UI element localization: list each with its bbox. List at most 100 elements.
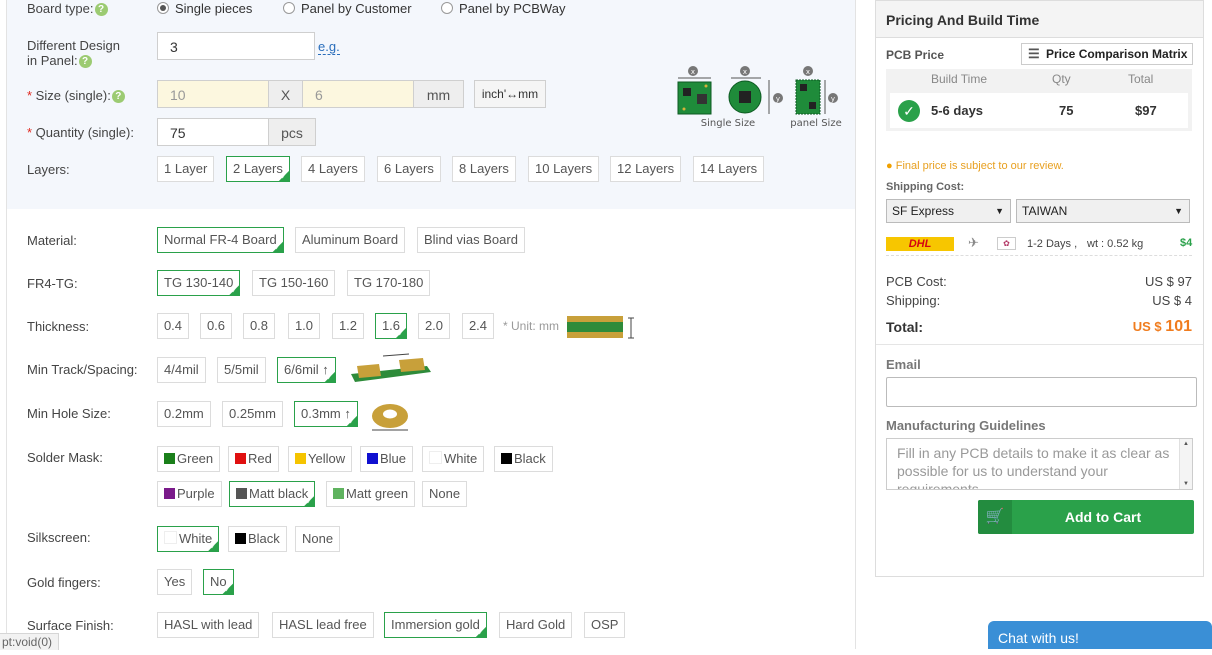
total-value: US $ 101 xyxy=(1132,318,1192,335)
surface-option[interactable]: HASL lead free xyxy=(272,612,374,638)
surface-option[interactable]: HASL with lead xyxy=(157,612,260,638)
radio-on-icon xyxy=(157,2,169,14)
guidelines-textarea[interactable]: Fill in any PCB details to make it as cl… xyxy=(886,438,1193,490)
track-option[interactable]: 6/6mil ↑ xyxy=(277,357,336,383)
check-icon: ✓ xyxy=(898,100,920,122)
radio-panel-by-pcbway[interactable]: Panel by PCBWay xyxy=(441,1,565,16)
quantity-label: * Quantity (single): xyxy=(27,125,134,140)
help-icon[interactable]: ? xyxy=(94,3,108,17)
hole-option[interactable]: 0.2mm xyxy=(157,401,211,427)
diff-design-input[interactable]: 3 xyxy=(157,32,315,60)
silkscreen-option[interactable]: Black xyxy=(228,526,287,552)
silkscreen-option[interactable]: White xyxy=(157,526,220,552)
shipping-label: Shipping: xyxy=(886,293,941,308)
solder-option[interactable]: White xyxy=(422,446,485,472)
shipping-price: $4 xyxy=(1180,237,1193,249)
col-total: Total xyxy=(1128,72,1154,86)
thickness-option[interactable]: 1.2 xyxy=(332,313,364,339)
email-input[interactable] xyxy=(886,377,1197,407)
material-option[interactable]: Blind vias Board xyxy=(417,227,525,253)
single-size-caption: Single Size xyxy=(701,118,755,129)
solder-option[interactable]: Matt black xyxy=(229,481,316,507)
price-matrix-button[interactable]: ☰ Price Comparison Matrix xyxy=(1021,43,1193,65)
layers-option[interactable]: 2 Layers xyxy=(226,156,290,182)
solder-option[interactable]: None xyxy=(422,481,468,507)
layers-option[interactable]: 10 Layers xyxy=(528,156,600,182)
unit-toggle-button[interactable]: inch'↔mm xyxy=(474,80,546,108)
chat-widget-button[interactable]: Chat with us! xyxy=(988,621,1212,649)
track-label: Min Track/Spacing: xyxy=(27,362,138,377)
guidelines-placeholder: Fill in any PCB details to make it as cl… xyxy=(897,445,1170,490)
fr4tg-option[interactable]: TG 130-140 xyxy=(157,270,241,296)
solder-option[interactable]: Black xyxy=(494,446,553,472)
layers-option[interactable]: 12 Layers xyxy=(610,156,682,182)
size-y-input[interactable]: 6 xyxy=(302,80,414,108)
track-option[interactable]: 5/5mil xyxy=(217,357,266,383)
layers-option[interactable]: 6 Layers xyxy=(377,156,441,182)
delivery-days: 1-2 Days , xyxy=(1027,238,1078,250)
gold-option[interactable]: Yes xyxy=(157,569,193,595)
textarea-scrollbar[interactable]: ▲ ▼ xyxy=(1179,439,1192,489)
cart-icon: 🛒 xyxy=(978,500,1012,534)
help-icon[interactable]: ? xyxy=(78,55,92,69)
dhl-logo: DHL xyxy=(886,237,954,251)
surface-finish-label: Surface Finish: xyxy=(27,618,114,633)
thickness-option[interactable]: 2.0 xyxy=(418,313,450,339)
svg-text:y: y xyxy=(776,95,780,103)
fr4tg-option[interactable]: TG 170-180 xyxy=(347,270,431,296)
status-bar: pt:void(0) xyxy=(0,633,60,650)
layers-option[interactable]: 14 Layers xyxy=(693,156,765,182)
help-icon[interactable]: ? xyxy=(111,90,125,104)
silkscreen-option[interactable]: None xyxy=(295,526,341,552)
size-x-input[interactable]: 10 xyxy=(157,80,269,108)
thickness-option[interactable]: 0.4 xyxy=(157,313,189,339)
email-label: Email xyxy=(886,357,921,372)
board-type-label: Board type:? xyxy=(27,1,108,17)
hole-option[interactable]: 0.3mm ↑ xyxy=(294,401,358,427)
color-swatch-icon xyxy=(164,453,175,464)
hole-option[interactable]: 0.25mm xyxy=(222,401,283,427)
surface-option[interactable]: OSP xyxy=(584,612,626,638)
solder-option[interactable]: Purple xyxy=(157,481,222,507)
surface-option[interactable]: Hard Gold xyxy=(499,612,573,638)
fr4tg-option[interactable]: TG 150-160 xyxy=(252,270,336,296)
example-link[interactable]: e.g. xyxy=(318,39,340,55)
panel-size-caption: panel Size xyxy=(790,118,841,129)
radio-single-pieces[interactable]: Single pieces xyxy=(157,1,252,16)
radio-panel-by-customer[interactable]: Panel by Customer xyxy=(283,1,412,16)
thickness-option[interactable]: 0.6 xyxy=(200,313,232,339)
layers-option[interactable]: 1 Layer xyxy=(157,156,215,182)
thickness-option[interactable]: 1.6 xyxy=(375,313,407,339)
svg-text:y: y xyxy=(831,95,835,103)
track-option[interactable]: 4/4mil xyxy=(157,357,206,383)
add-to-cart-button[interactable]: 🛒 Add to Cart xyxy=(978,500,1194,534)
solder-option[interactable]: Red xyxy=(228,446,279,472)
color-swatch-icon xyxy=(235,453,246,464)
quantity-input[interactable]: 75 xyxy=(157,118,269,146)
build-option-row[interactable]: ✓ 5-6 days 75 $97 xyxy=(890,93,1188,128)
layers-option[interactable]: 8 Layers xyxy=(452,156,516,182)
material-option[interactable]: Aluminum Board xyxy=(295,227,406,253)
divider xyxy=(876,344,1203,345)
material-option[interactable]: Normal FR-4 Board xyxy=(157,227,284,253)
solder-option[interactable]: Green xyxy=(157,446,221,472)
radio-off-icon xyxy=(283,2,295,14)
thickness-option[interactable]: 0.8 xyxy=(243,313,275,339)
surface-option[interactable]: Immersion gold xyxy=(384,612,487,638)
thickness-diagram-icon xyxy=(565,312,641,345)
layers-option[interactable]: 4 Layers xyxy=(301,156,365,182)
solder-option[interactable]: Blue xyxy=(360,446,414,472)
solder-option[interactable]: Matt green xyxy=(326,481,416,507)
size-label: * Size (single):? xyxy=(27,88,125,104)
size-unit: mm xyxy=(413,80,464,108)
bulb-icon: ● xyxy=(886,160,893,172)
thickness-option[interactable]: 1.0 xyxy=(288,313,320,339)
plane-icon: ✈ xyxy=(968,235,979,250)
solder-option[interactable]: Yellow xyxy=(288,446,353,472)
size-diagram-icon: x x y Single Size x y panel Size xyxy=(677,66,842,129)
gold-option[interactable]: No xyxy=(203,569,234,595)
hole-diagram-icon xyxy=(367,398,413,435)
thickness-option[interactable]: 2.4 xyxy=(462,313,494,339)
carrier-select[interactable]: SF Express ▼ xyxy=(886,199,1011,223)
country-select[interactable]: TAIWAN ▼ xyxy=(1016,199,1190,223)
